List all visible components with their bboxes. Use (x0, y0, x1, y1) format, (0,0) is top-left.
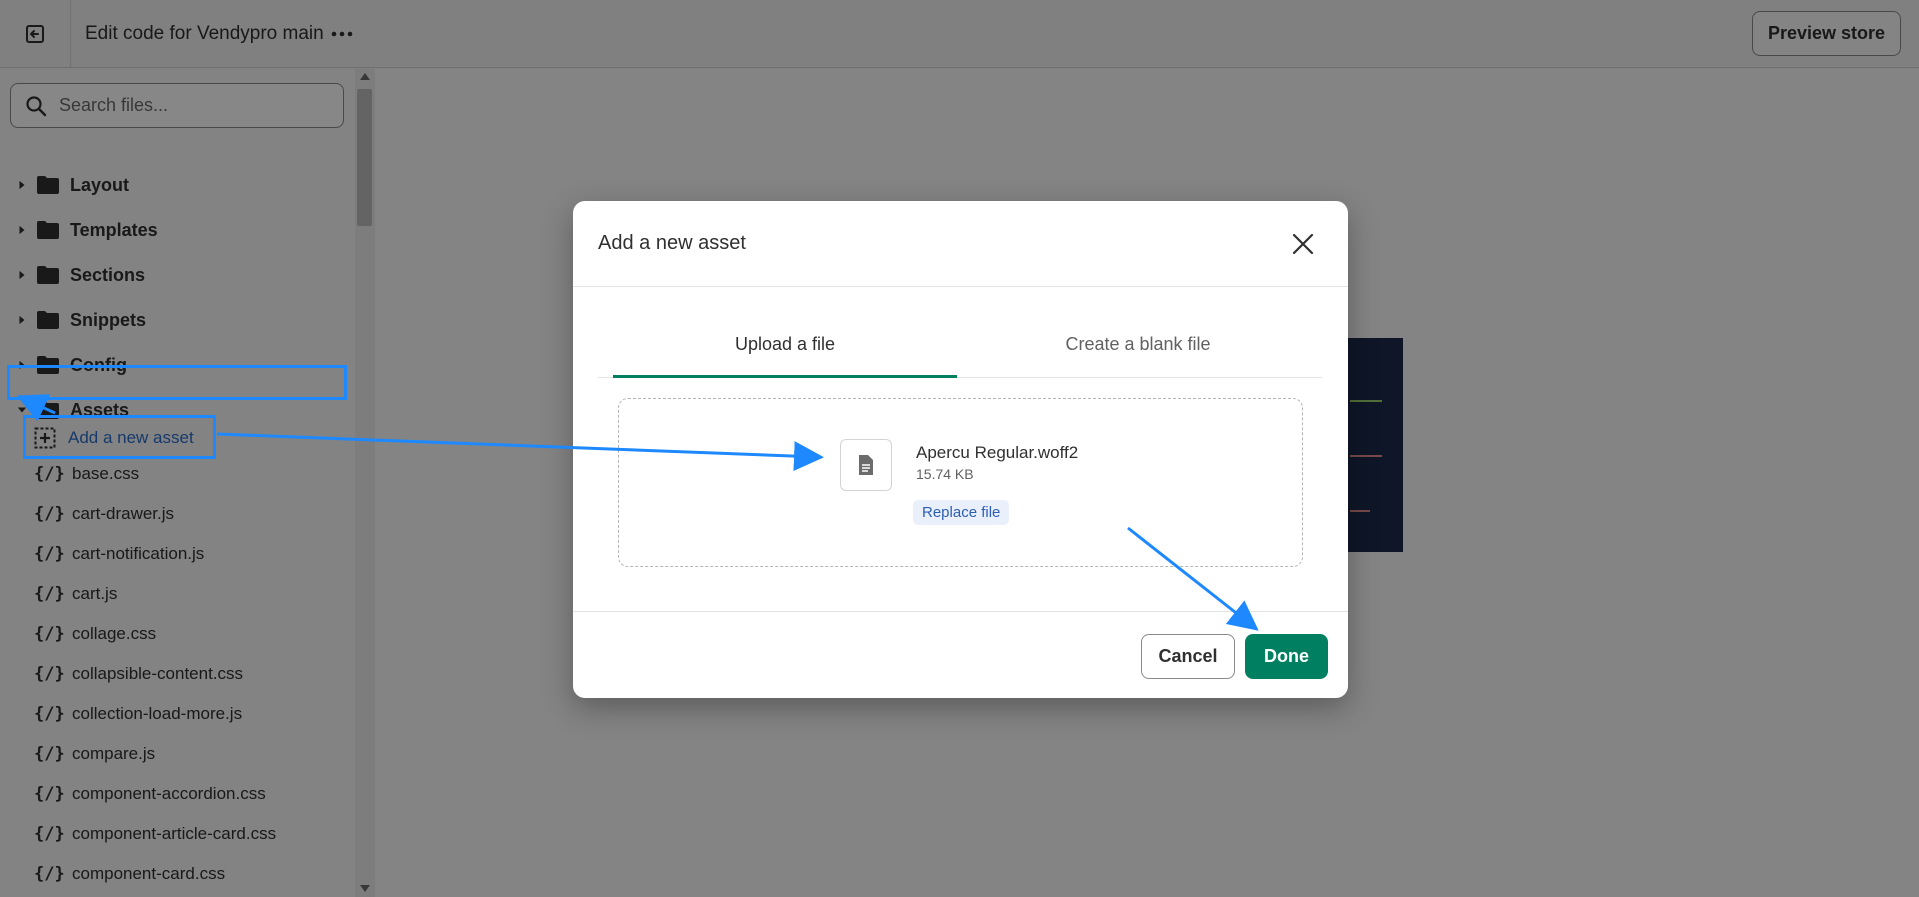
add-asset-modal: Add a new asset Upload a file Create a b… (573, 201, 1348, 698)
tab-create-blank-file[interactable]: Create a blank file (963, 311, 1313, 377)
annotation-highlight-add-asset (23, 415, 216, 459)
close-modal-button[interactable] (1285, 226, 1321, 262)
uploaded-file-name: Apercu Regular.woff2 (916, 443, 1079, 462)
file-dropzone[interactable]: Apercu Regular.woff2 15.74 KB Replace fi… (618, 398, 1303, 567)
close-icon (1292, 233, 1314, 255)
tab-upload-file[interactable]: Upload a file (613, 311, 957, 378)
file-thumbnail (840, 439, 892, 491)
done-button[interactable]: Done (1245, 634, 1328, 679)
uploaded-file-size: 15.74 KB (916, 466, 974, 482)
cancel-button[interactable]: Cancel (1141, 634, 1235, 679)
replace-file-button[interactable]: Replace file (913, 500, 1010, 525)
modal-header: Add a new asset (573, 201, 1348, 287)
modal-tabs: Upload a file Create a blank file (598, 311, 1322, 378)
modal-footer: Cancel Done (573, 611, 1348, 698)
annotation-highlight-assets (7, 365, 347, 400)
document-icon (859, 455, 873, 475)
modal-title: Add a new asset (598, 232, 746, 254)
